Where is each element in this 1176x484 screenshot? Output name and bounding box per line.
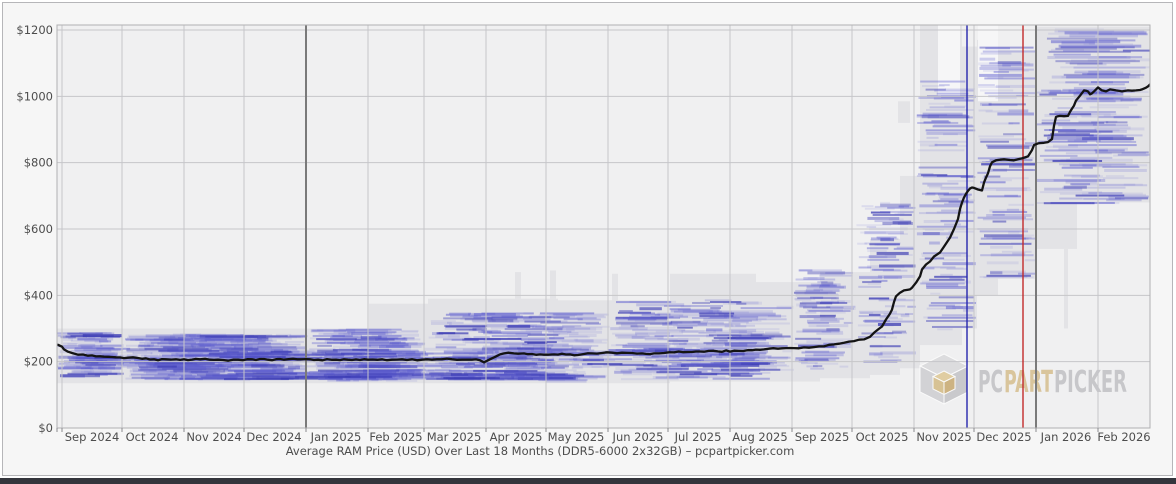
y-axis-labels: $0 $200 $400 $600 $800 $1000 $1200: [16, 23, 53, 435]
x-tick-label: Jan 2026: [1040, 430, 1092, 444]
logo-text-picker: PICKER: [1054, 365, 1127, 400]
x-tick-label: Jul 2025: [674, 430, 722, 444]
y-tick-label: $0: [38, 421, 53, 435]
ram-price-chart-figure: PCPARTPICKER $0 $200 $400 $600 $800 $1000 $1200…: [0, 0, 1176, 484]
bottom-bar: [0, 478, 1176, 484]
x-tick-label: May 2025: [548, 430, 605, 444]
price-history-chart: PCPARTPICKER $0 $200 $400 $600 $800 $1000 $1200…: [0, 0, 1176, 478]
y-tick-label: $800: [24, 156, 53, 170]
x-tick-label: Mar 2025: [427, 430, 482, 444]
chart-caption: Average RAM Price (USD) Over Last 18 Mon…: [0, 444, 1080, 458]
x-axis-labels: Sep 2024 Oct 2024 Nov 2024 Dec 2024 Jan 2025…: [65, 430, 1151, 444]
x-tick-label: Sep 2024: [65, 430, 120, 444]
x-tick-label: Jan 2025: [310, 430, 362, 444]
logo-text-pc: PC: [978, 365, 1003, 400]
x-tick-label: Feb 2025: [369, 430, 422, 444]
x-tick-label: Sep 2025: [795, 430, 850, 444]
y-tick-label: $400: [24, 288, 53, 302]
y-tick-label: $200: [24, 355, 53, 369]
x-tick-label: Apr 2025: [490, 430, 543, 444]
x-tick-label: Nov 2024: [186, 430, 241, 444]
y-tick-label: $1200: [16, 23, 53, 37]
x-tick-label: Feb 2026: [1097, 430, 1150, 444]
x-tick-label: Oct 2025: [856, 430, 909, 444]
x-tick-label: Aug 2025: [732, 430, 787, 444]
x-tick-label: Nov 2025: [916, 430, 971, 444]
y-tick-label: $1000: [16, 89, 53, 103]
x-tick-label: Dec 2024: [246, 430, 301, 444]
y-tick-label: $600: [24, 222, 53, 236]
x-tick-label: Oct 2024: [126, 430, 179, 444]
logo-text-part: PART: [1004, 365, 1053, 400]
x-tick-label: Jun 2025: [612, 430, 664, 444]
x-tick-label: Dec 2025: [976, 430, 1031, 444]
